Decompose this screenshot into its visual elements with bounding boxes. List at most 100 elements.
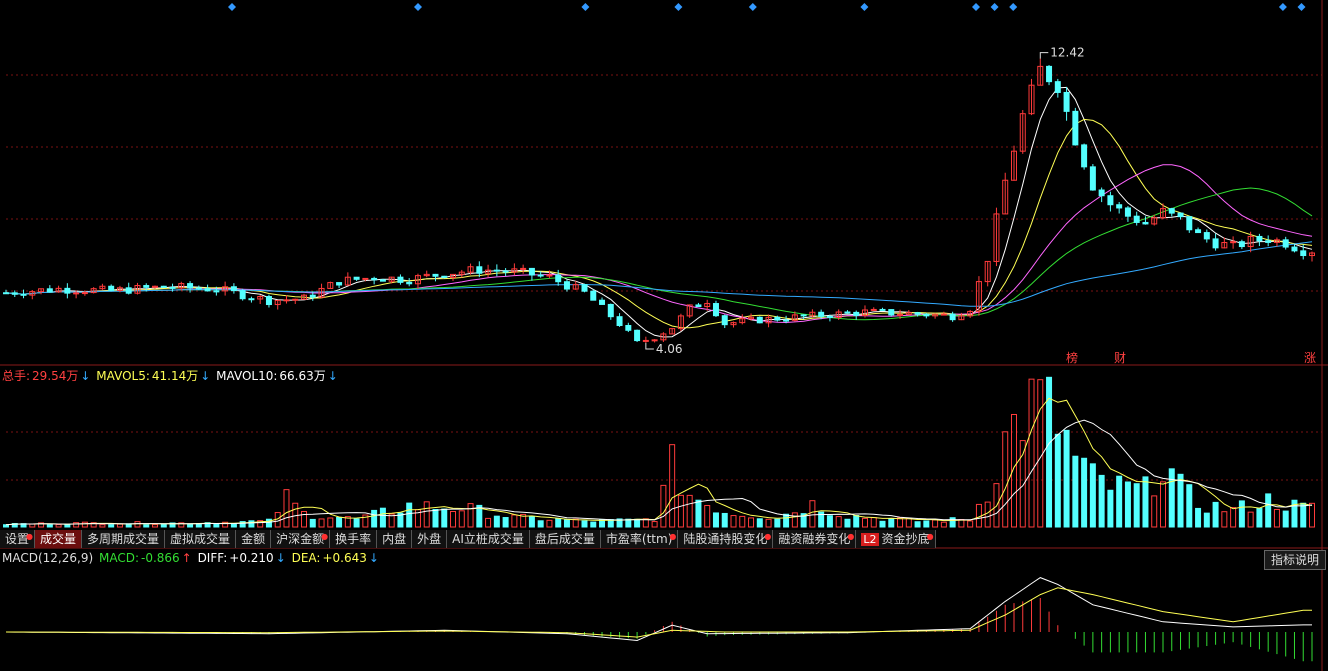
candle-body (1195, 229, 1202, 234)
tab-8[interactable]: 外盘 (412, 530, 448, 548)
candle-body (283, 299, 290, 302)
volume-bar (1098, 474, 1105, 528)
candle-body (309, 294, 316, 298)
volume-bar (64, 524, 71, 528)
volume-bar (923, 520, 930, 528)
volume-bar (748, 517, 755, 528)
candle-body (520, 267, 527, 270)
ma10-line (5, 118, 1313, 329)
tab-7[interactable]: 内盘 (377, 530, 413, 548)
tab-3[interactable]: 虚拟成交量 (165, 530, 237, 548)
stock-chart[interactable]: 12.42 4.06 (0, 0, 1328, 671)
candle-body (1046, 65, 1053, 83)
volume-bar (1142, 476, 1149, 528)
volume-bar (485, 517, 492, 528)
volume-bar (318, 518, 325, 528)
mavol10-line (5, 419, 1313, 526)
volume-bar (572, 518, 579, 528)
candle-body (1300, 250, 1307, 257)
candle-body (1107, 195, 1114, 206)
total-arrow: ↓ (80, 369, 91, 383)
volume-bar (301, 510, 308, 528)
candle-body (432, 273, 439, 277)
volume-bar (1282, 510, 1289, 528)
tab-2[interactable]: 多周期成交量 (82, 530, 166, 548)
candle-body (406, 281, 413, 285)
candle-body (73, 292, 80, 295)
volume-bar (493, 515, 500, 528)
volume-bar (1309, 502, 1315, 528)
volume-bar (774, 518, 781, 528)
candle-body (397, 276, 404, 283)
candlesticks (3, 58, 1315, 343)
volume-bar (29, 523, 36, 528)
tab-11[interactable]: 市盈率(ttm) ● (600, 530, 679, 548)
tab-6[interactable]: 换手率 (330, 530, 378, 548)
candle-body (651, 339, 658, 342)
candle-body (11, 292, 18, 295)
candle-body (695, 304, 702, 308)
candle-body (187, 283, 194, 289)
tab-10[interactable]: 盘后成交量 (529, 530, 601, 548)
volume-bar (739, 515, 746, 528)
candle-body (230, 286, 237, 292)
volume-bar (870, 517, 877, 528)
tab-12[interactable]: 陆股通持股变化 ● (678, 530, 774, 548)
macd-name: MACD(12,26,9) (2, 551, 94, 565)
candle-body (160, 285, 167, 288)
marker-zhang[interactable]: 涨 (1304, 349, 1316, 366)
mavol5-arrow: ↓ (200, 369, 211, 383)
volume-bar (590, 521, 597, 528)
volume-bar (546, 519, 553, 528)
tab-label: 沪深金额 (276, 532, 325, 546)
candle-body (1203, 232, 1210, 240)
volume-bar (336, 516, 343, 528)
tab-9[interactable]: AI立桩成交量 (447, 530, 530, 548)
diff-label: DIFF: (197, 551, 228, 565)
tab-4[interactable]: 金额 (236, 530, 272, 548)
ma5-line (5, 86, 1313, 338)
volume-bar (467, 503, 474, 528)
macd-label: MACD: (98, 551, 139, 565)
signal-diamond-2 (581, 3, 590, 11)
tab-1[interactable]: 成交量 (35, 530, 83, 548)
candle-body (581, 284, 588, 292)
candle-body (642, 339, 649, 342)
volume-bar (1107, 489, 1114, 528)
dea-label: DEA: (291, 551, 321, 565)
volume-bar (528, 516, 535, 528)
macd-value: -0.866 (140, 551, 180, 565)
volume-bar (888, 517, 895, 528)
volume-bar (1081, 457, 1088, 528)
candle-body (239, 290, 246, 300)
volume-bar (502, 517, 509, 528)
volume-bar (1151, 495, 1158, 528)
candle-body (195, 287, 202, 290)
tab-0[interactable]: 设置 ● (0, 530, 36, 548)
candle-body (756, 316, 763, 324)
signal-diamond-9 (1278, 3, 1287, 11)
candle-body (493, 269, 500, 272)
volume-bar (651, 521, 658, 528)
tab-13[interactable]: 融资融券变化 ● (773, 530, 857, 548)
volume-bar (1072, 455, 1079, 528)
candle-body (888, 309, 895, 316)
tab-14[interactable]: L2 资金抄底 ● (856, 530, 936, 548)
candle-body (125, 287, 132, 294)
tab-5[interactable]: 沪深金额 ● (271, 530, 331, 548)
volume-bar (248, 520, 255, 528)
volume-bar (230, 523, 237, 528)
indicator-help-button[interactable]: 指标说明 (1263, 550, 1326, 570)
candle-body (1098, 189, 1105, 197)
volume-bar (46, 524, 53, 528)
volume-bar (371, 509, 378, 528)
diff-arrow: ↓ (275, 551, 286, 565)
volume-bar (423, 501, 430, 528)
candle-body (476, 266, 483, 274)
candle-body (949, 313, 956, 321)
marker-cai[interactable]: 财 (1114, 349, 1126, 366)
candle-body (1168, 208, 1175, 214)
marker-bang[interactable]: 榜 (1066, 349, 1078, 366)
candle-body (537, 274, 544, 277)
signal-diamond-5 (860, 3, 869, 11)
